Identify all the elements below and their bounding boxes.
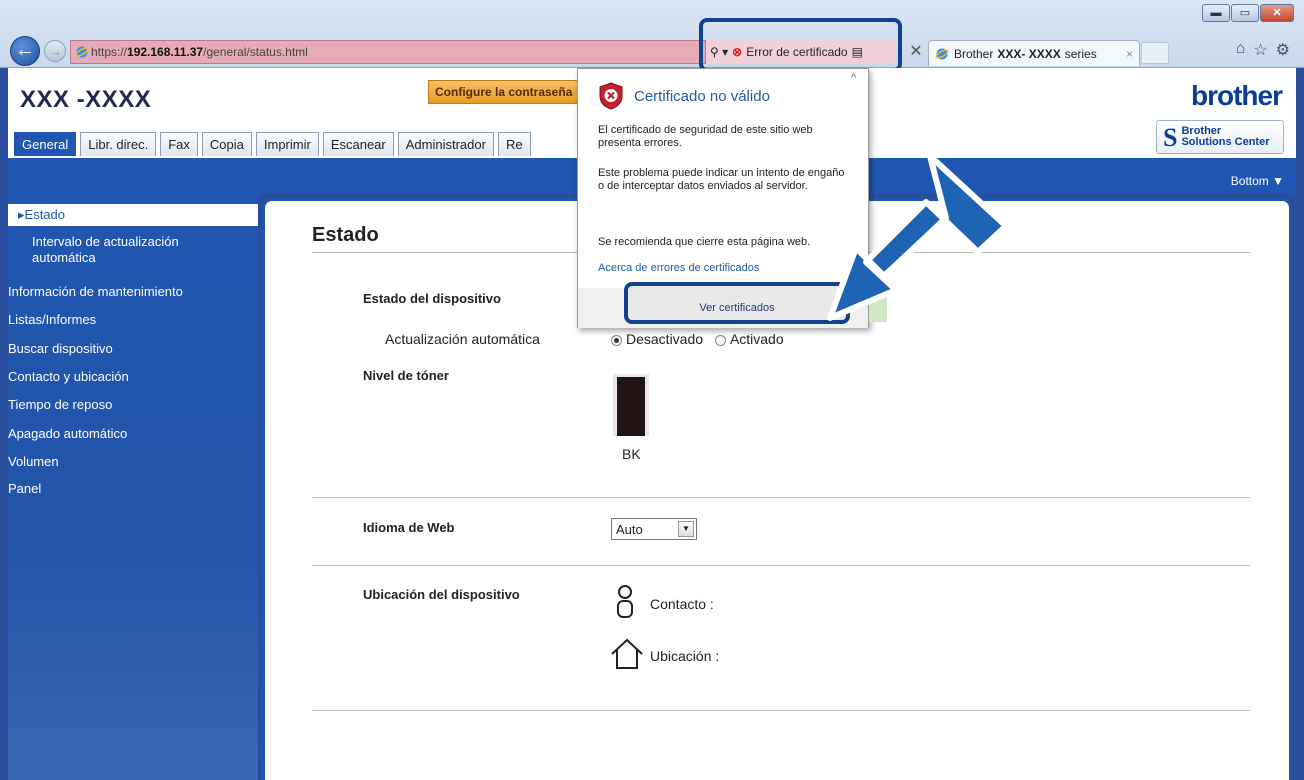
minimize-button[interactable]: ▬ [1202,4,1230,22]
popup-title: Certificado no válido [634,87,770,105]
popup-text-2: Este problema puede indicar un intento d… [598,167,845,192]
view-certificates-button[interactable]: Ver certificados [624,282,850,324]
sidebar-item-status[interactable]: ▸Estado [8,204,258,226]
callout-arrow-icon [827,153,1009,321]
browser-tab[interactable]: Brother XXX- XXXX series × [928,40,1140,66]
auto-update-radios: Desactivado Activado [611,331,784,347]
ie-tab-icon [935,48,949,59]
tab-network[interactable]: Re [497,132,531,156]
tab-title-model: XXX- XXXX [997,46,1061,61]
new-tab-button[interactable] [1141,42,1169,64]
stop-icon[interactable]: ✕ [906,42,926,62]
tab-close-icon[interactable]: × [1126,47,1133,61]
window-controls: ▬ ▭ ✕ [1201,4,1294,22]
certificate-errors-link[interactable]: Acerca de errores de certificados [598,262,759,274]
view-certificates-label: Ver certificados [699,302,775,314]
tab-address-book[interactable]: Libr. direc. [80,132,157,156]
solutions-center-button[interactable]: S Brother Solutions Center [1156,120,1284,154]
toner-gauge [613,374,649,436]
popup-collapse-icon[interactable]: ^ [851,72,856,84]
sidebar: ▸Estado Intervalo de actualización autom… [8,194,258,780]
auto-update-label: Actualización automática [385,331,540,347]
popup-text-1: El certificado de seguridad de este siti… [598,124,813,149]
url-scheme: https:// [91,45,128,59]
toner-fill [617,377,645,436]
popup-header: Certificado no válido [598,82,770,110]
close-window-button[interactable]: ✕ [1260,4,1294,22]
popup-text-3: Se recomienda que cierre esta página web… [598,236,811,248]
radio-off-label[interactable]: Desactivado [626,331,703,347]
toner-color-label: BK [622,446,641,462]
toner-label: Nivel de tóner [363,368,449,383]
sidebar-item-reports[interactable]: Listas/Informes [8,312,96,327]
sidebar-item-volume[interactable]: Volumen [8,454,59,469]
sidebar-item-refresh-interval[interactable]: Intervalo de actualización [32,234,179,249]
tab-general[interactable]: General [14,132,77,156]
url-path: /general/status.html [203,45,308,59]
sidebar-item-refresh-interval-2[interactable]: automática [32,250,96,265]
address-bar[interactable]: https://192.168.11.37/general/status.htm… [70,40,706,64]
location-label: Ubicación del dispositivo [363,587,520,602]
tab-fax[interactable]: Fax [160,132,198,156]
shield-error-icon [599,82,623,110]
sidebar-item-auto-power-off[interactable]: Apagado automático [8,426,127,441]
sidebar-item-find-device[interactable]: Buscar dispositivo [8,341,113,356]
language-select[interactable]: Auto ▼ [611,518,697,540]
device-status-label: Estado del dispositivo [363,291,501,306]
solutions-line-2: Solutions Center [1181,136,1270,148]
page-title: Estado [312,224,379,246]
solutions-center-label: Brother Solutions Center [1181,126,1269,148]
favorites-icon[interactable]: ☆ [1253,40,1267,60]
tab-title-suffix: series [1064,46,1097,61]
divider-3 [312,710,1250,711]
brother-logo: brother [1191,80,1283,111]
solutions-s-icon: S [1163,122,1178,152]
sidebar-item-contact-location[interactable]: Contacto y ubicación [8,369,129,384]
certificate-error-highlight [699,18,902,72]
sidebar-item-panel[interactable]: Panel [8,481,41,496]
bottom-link[interactable]: Bottom ▼ [1231,174,1284,188]
sidebar-item-maintenance[interactable]: Información de mantenimiento [8,284,183,299]
location-field-label: Ubicación : [650,648,720,664]
radio-on[interactable] [714,334,726,346]
gear-icon[interactable]: ⚙ [1276,40,1290,60]
tab-scan[interactable]: Escanear [322,132,394,156]
sidebar-item-sleep-time[interactable]: Tiempo de reposo [8,397,112,412]
tab-copy[interactable]: Copia [201,132,252,156]
house-icon [611,638,643,669]
browser-toolbar-icons: ⌂ ☆ ⚙ [1236,40,1290,60]
radio-off[interactable] [611,334,622,346]
chevron-down-icon[interactable]: ▼ [678,521,694,537]
language-label: Idioma de Web [363,520,455,535]
home-icon[interactable]: ⌂ [1236,40,1246,60]
back-button[interactable]: ← [10,36,40,66]
language-value: Auto [616,522,643,537]
person-icon [617,585,633,618]
ie-icon [75,46,89,58]
divider-2 [312,565,1250,566]
maximize-button[interactable]: ▭ [1231,4,1259,22]
forward-button[interactable]: → [44,40,66,62]
radio-on-label[interactable]: Activado [730,331,784,347]
model-name: XXX -XXXX [20,86,152,113]
set-password-button[interactable]: Configure la contraseña [428,80,598,104]
main-tabs: General Libr. direc. Fax Copia Imprimir … [14,132,535,156]
tab-administrator[interactable]: Administrador [397,132,494,156]
url-host: 192.168.11.37 [127,45,204,59]
contact-label: Contacto : [650,596,714,612]
tab-print[interactable]: Imprimir [255,132,319,156]
divider-1 [312,497,1250,498]
tab-title-prefix: Brother [954,46,994,61]
